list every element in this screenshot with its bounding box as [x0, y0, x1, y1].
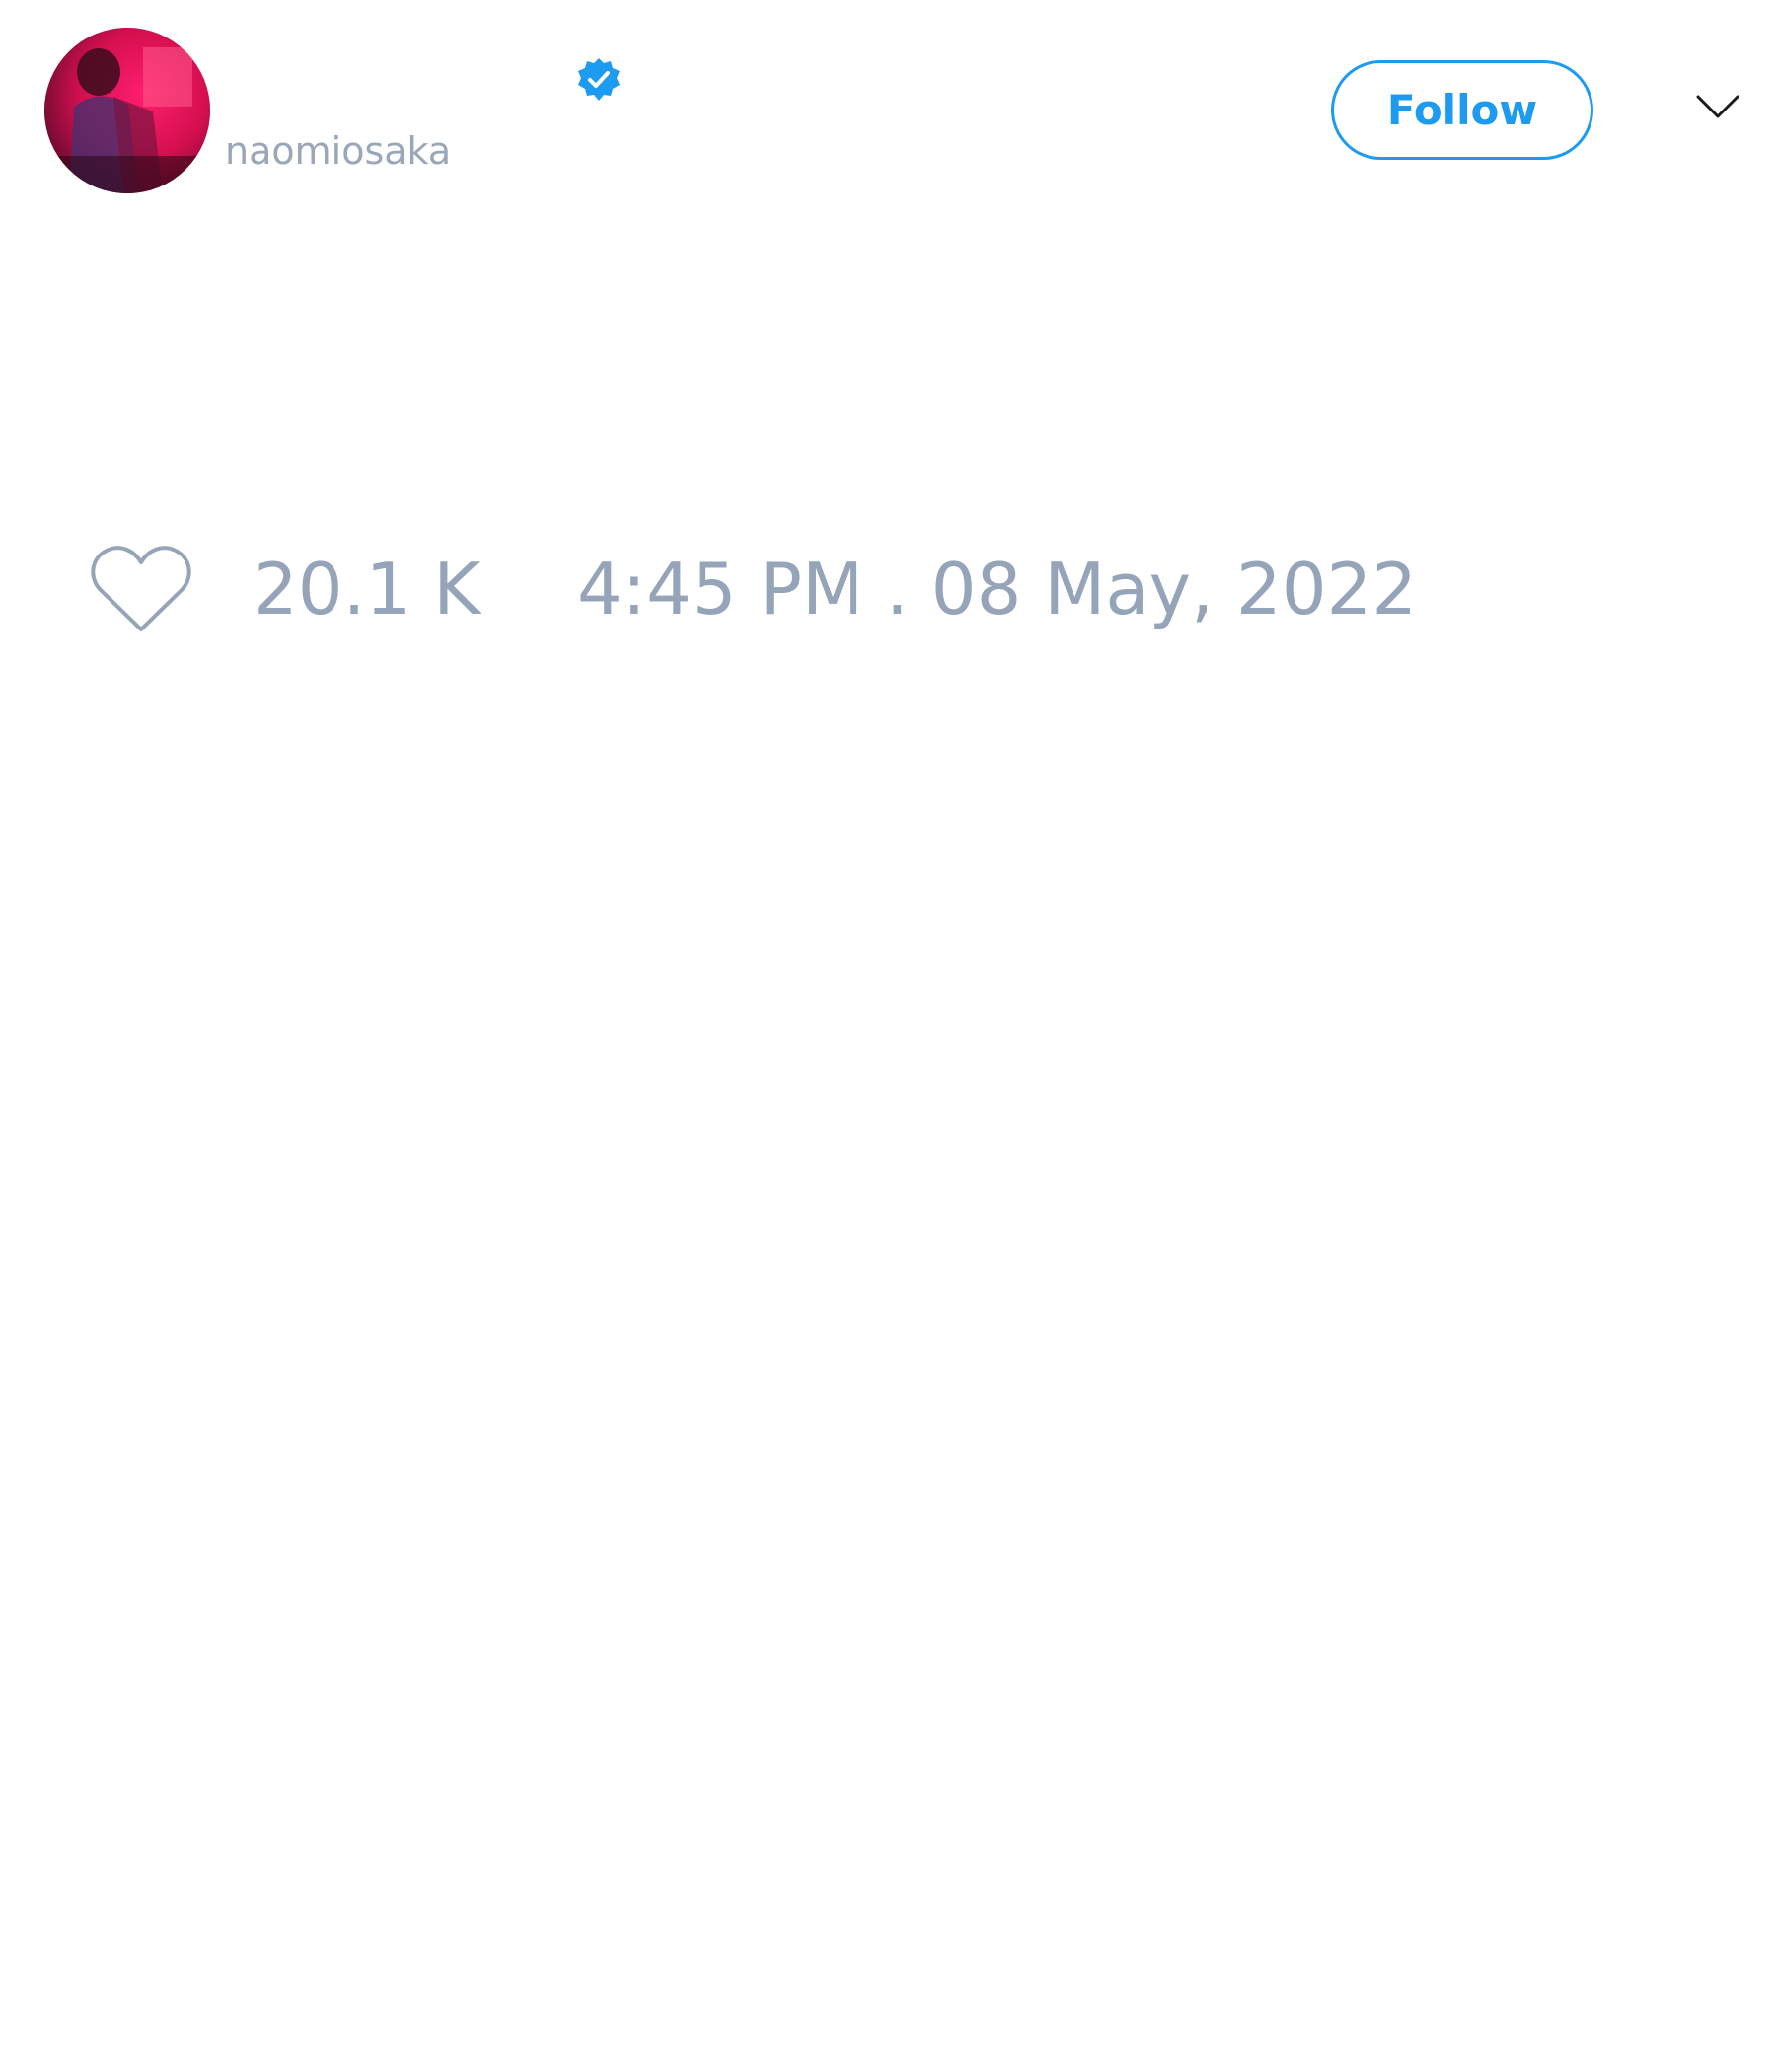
chevron-down-icon[interactable] [1695, 93, 1740, 120]
tweet-timestamp[interactable]: 4:45 PM . 08 May, 2022 [577, 548, 1417, 630]
tweet-card: naomiosaka Follow 20.1 K 4:45 PM . 08 Ma… [0, 0, 1776, 2072]
avatar[interactable] [44, 28, 210, 193]
follow-button[interactable]: Follow [1331, 60, 1593, 160]
verified-badge-icon [575, 56, 623, 104]
heart-outline-icon[interactable] [89, 543, 193, 635]
avatar-photo [44, 28, 210, 193]
author-handle[interactable]: naomiosaka [225, 126, 451, 176]
like-count: 20.1 K [253, 548, 481, 630]
